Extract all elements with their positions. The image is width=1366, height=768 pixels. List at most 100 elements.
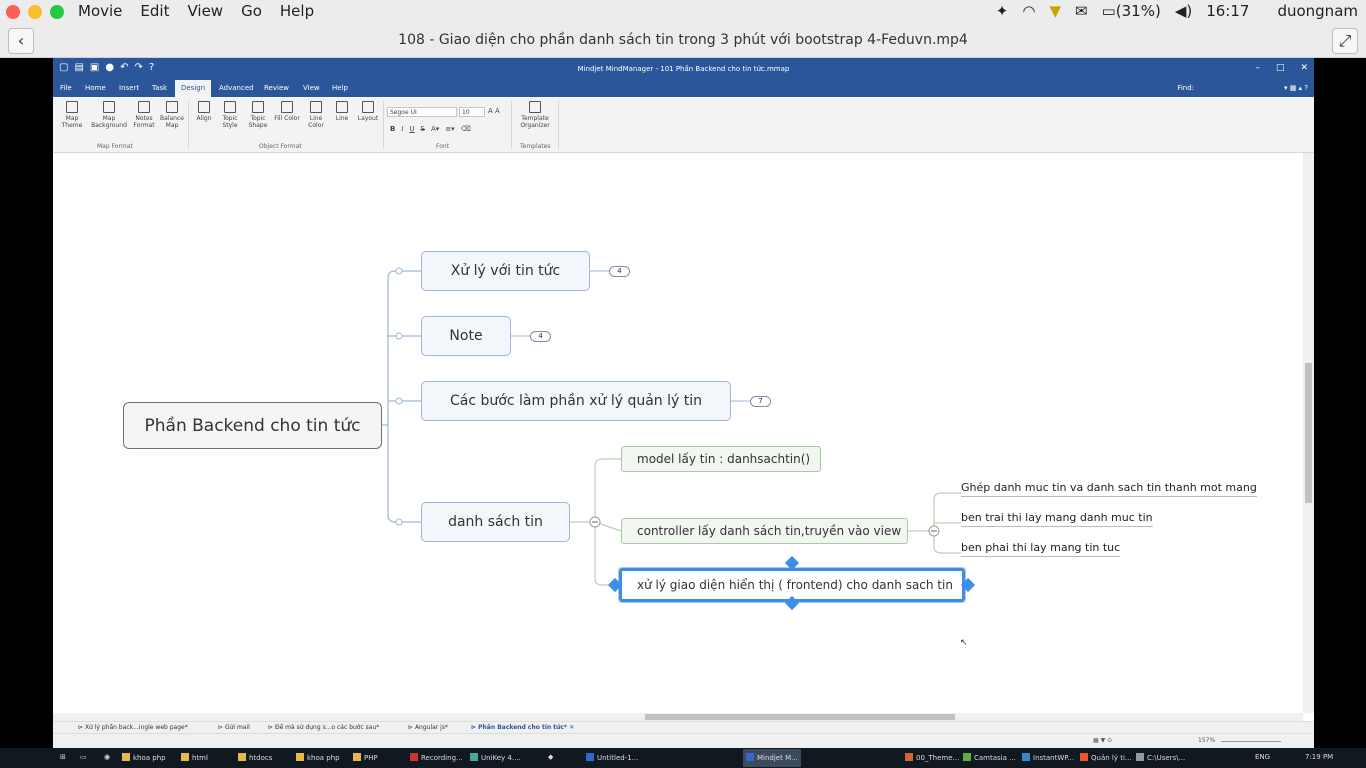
wifi-icon[interactable]: ◠ xyxy=(1022,2,1035,20)
taskbar-item[interactable]: PHP xyxy=(353,753,378,762)
subtopic[interactable]: controller lấy danh sách tin,truyền vào … xyxy=(621,518,908,544)
tab-help[interactable]: Help xyxy=(332,84,348,92)
taskbar-item[interactable]: Quản lý ti... xyxy=(1080,753,1132,762)
zoom-slider[interactable] xyxy=(1221,741,1281,742)
taskbar-item[interactable]: Untitled-1... xyxy=(586,753,638,762)
map-canvas[interactable]: Phần Backend cho tin tức Xử lý với tin t… xyxy=(53,153,1303,713)
zoom-window-button[interactable] xyxy=(50,5,64,19)
tab-home[interactable]: Home xyxy=(85,84,106,92)
vertical-scroll-thumb[interactable] xyxy=(1305,363,1312,503)
doc-tab[interactable]: ⊳ Angular js* xyxy=(408,724,448,731)
font-size-select[interactable]: 10 xyxy=(459,107,485,117)
taskbar-item[interactable]: htdocs xyxy=(238,753,272,762)
menu-go[interactable]: Go xyxy=(241,2,262,20)
task-view-icon[interactable]: ▭ xyxy=(80,753,87,761)
volume-icon[interactable]: ◀) xyxy=(1175,2,1192,20)
clock[interactable]: 16:17 xyxy=(1206,2,1249,20)
notes-format-button[interactable]: Notes Format xyxy=(131,101,157,129)
horizontal-scrollbar[interactable] xyxy=(53,713,1303,721)
collapsed-count-badge[interactable]: 4 xyxy=(609,266,630,277)
taskbar-item[interactable]: C:\Users\... xyxy=(1136,753,1185,762)
clear-format-icon[interactable]: ⌫ xyxy=(461,125,471,133)
close-icon[interactable]: ✕ xyxy=(1300,63,1308,73)
sublime-icon[interactable]: ◆ xyxy=(548,753,553,761)
leaf-topic[interactable]: ben phai thi lay mang tin tuc xyxy=(961,541,1121,557)
bold-button[interactable]: B xyxy=(390,125,395,133)
vertical-scrollbar[interactable] xyxy=(1303,153,1314,713)
topic-style-button[interactable]: Topic Style xyxy=(216,101,244,129)
menu-movie[interactable]: Movie xyxy=(78,2,122,20)
font-family-select[interactable]: Segoe UI xyxy=(387,107,457,117)
close-window-button[interactable] xyxy=(6,5,20,19)
main-topic[interactable]: danh sách tin xyxy=(421,502,570,542)
collapsed-count-badge[interactable]: 4 xyxy=(530,331,551,342)
topic-shape-button[interactable]: Topic Shape xyxy=(244,101,272,129)
leaf-topic[interactable]: ben trai thi lay mang danh muc tin xyxy=(961,511,1153,527)
tab-review[interactable]: Review xyxy=(264,84,289,92)
main-topic[interactable]: Note xyxy=(421,316,511,356)
unikey-icon xyxy=(470,753,478,761)
main-topic[interactable]: Xử lý với tin tức xyxy=(421,251,590,291)
horizontal-scroll-thumb[interactable] xyxy=(645,714,955,720)
doc-tab[interactable]: ⊳ Gửi mail xyxy=(218,724,250,731)
tab-advanced[interactable]: Advanced xyxy=(219,84,254,92)
line-button[interactable]: Line xyxy=(331,101,353,122)
zoom-level[interactable]: 157% xyxy=(1198,737,1215,744)
ribbon-options-icon[interactable]: ▾ ▦ ▴ ? xyxy=(1284,84,1308,92)
taskbar-item[interactable]: khoa php xyxy=(296,753,340,762)
filter-icon[interactable]: ▦ ▼ ⊙ xyxy=(1093,737,1112,744)
balance-map-button[interactable]: Balance Map xyxy=(159,101,185,129)
maximize-icon[interactable]: □ xyxy=(1276,63,1285,73)
taskbar-item[interactable]: UniKey 4.... xyxy=(470,753,521,762)
collapsed-count-badge[interactable]: 7 xyxy=(750,396,771,407)
taskbar-item[interactable]: html xyxy=(181,753,208,762)
taskbar-item[interactable]: 00_Theme... xyxy=(905,753,959,762)
subtopic[interactable]: model lấy tin : danhsachtin() xyxy=(621,446,821,472)
minimize-icon[interactable]: – xyxy=(1255,63,1260,73)
doc-tab[interactable]: ⊳ Xử lý phần back...ingle web page* xyxy=(78,724,188,731)
taskbar-clock[interactable]: 7:19 PM xyxy=(1305,753,1333,761)
doc-tab-active[interactable]: ⊳ Phần Backend cho tin tức* ✕ xyxy=(471,724,574,731)
fullscreen-button[interactable]: ⤢ xyxy=(1332,28,1358,54)
font-size-grow-icon[interactable]: A A xyxy=(488,107,500,115)
layout-button[interactable]: Layout xyxy=(355,101,381,122)
main-topic[interactable]: Các bước làm phần xử lý quản lý tin xyxy=(421,381,731,421)
battery-indicator[interactable]: ▭(31%) xyxy=(1102,2,1161,20)
vpn-icon[interactable]: ▼ xyxy=(1049,2,1061,20)
user-name[interactable]: duongnam xyxy=(1277,2,1358,20)
strikethrough-button[interactable]: S xyxy=(421,125,425,133)
tab-insert[interactable]: Insert xyxy=(119,84,139,92)
taskbar-item[interactable]: Recording... xyxy=(410,753,463,762)
taskbar-item-active[interactable]: Mindjet M... xyxy=(743,749,801,767)
leaf-topic[interactable]: Ghép danh muc tin va danh sach tin thanh… xyxy=(961,481,1257,497)
menu-help[interactable]: Help xyxy=(280,2,314,20)
menu-view[interactable]: View xyxy=(187,2,223,20)
tab-view[interactable]: View xyxy=(303,84,320,92)
minimize-window-button[interactable] xyxy=(28,5,42,19)
close-tab-icon[interactable]: ✕ xyxy=(569,724,574,731)
tab-task[interactable]: Task xyxy=(152,84,167,92)
dropbox-icon[interactable]: ✦ xyxy=(996,2,1009,20)
central-topic[interactable]: Phần Backend cho tin tức xyxy=(123,402,382,449)
align-text-icon[interactable]: ≡▾ xyxy=(445,125,454,133)
line-color-button[interactable]: Line Color xyxy=(302,101,330,129)
start-icon[interactable]: ⊞ xyxy=(60,753,66,761)
italic-button[interactable]: I xyxy=(401,125,403,133)
doc-tab[interactable]: ⊳ Để mà sử dụng s...o các bước sau* xyxy=(268,724,379,731)
map-theme-button[interactable]: Map Theme xyxy=(57,101,87,129)
chrome-icon[interactable]: ◉ xyxy=(104,753,110,761)
mail-icon[interactable]: ✉ xyxy=(1075,2,1088,20)
align-button[interactable]: Align xyxy=(192,101,216,122)
map-background-button[interactable]: Map Background xyxy=(89,101,129,129)
font-color-icon[interactable]: A▾ xyxy=(431,125,439,133)
tab-design[interactable]: Design xyxy=(175,80,212,97)
menu-edit[interactable]: Edit xyxy=(140,2,169,20)
template-organizer-button[interactable]: Template Organizer xyxy=(515,101,555,129)
underline-button[interactable]: U xyxy=(409,125,414,133)
taskbar-item[interactable]: khoa php xyxy=(122,753,166,762)
language-indicator[interactable]: ENG xyxy=(1255,753,1270,761)
fill-color-button[interactable]: Fill Color xyxy=(273,101,301,122)
tab-file[interactable]: File xyxy=(60,84,72,92)
taskbar-item[interactable]: InstantWP... xyxy=(1022,753,1074,762)
taskbar-item[interactable]: Camtasia ... xyxy=(963,753,1016,762)
